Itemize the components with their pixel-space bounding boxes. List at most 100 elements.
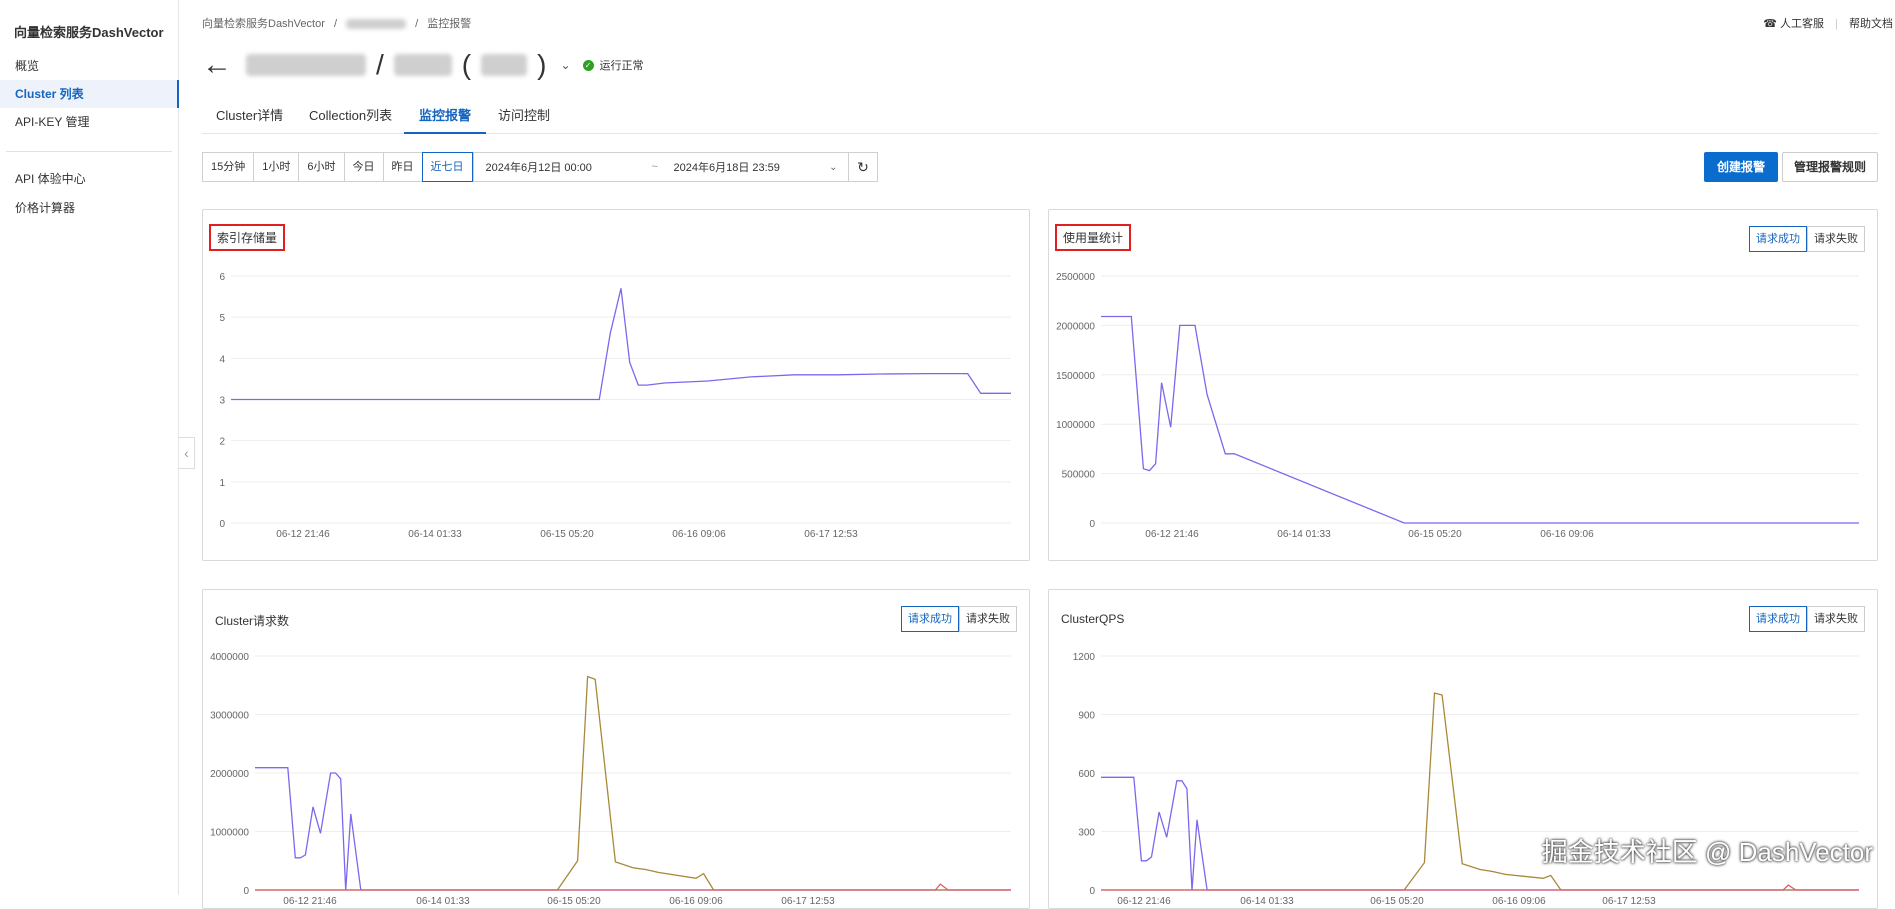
x-tick-label: 06-15 05:20 (547, 896, 601, 907)
title-paren-open: ( (462, 49, 471, 81)
y-tick-label: 1200 (1073, 652, 1096, 663)
tab-cluster-detail[interactable]: Cluster详情 (216, 104, 283, 134)
range-1h[interactable]: 1小时 (253, 152, 298, 182)
chart-card-cluster-requests: Cluster请求数 请求成功 请求失败 0100000020000003000… (202, 589, 1030, 909)
x-tick-label: 06-17 12:53 (1602, 896, 1656, 907)
tab-active-indicator (404, 132, 486, 134)
chart-card-usage: 使用量统计 请求成功 请求失败 050000010000001500000200… (1048, 209, 1878, 561)
status-text: 运行正常 (600, 57, 644, 73)
y-tick-label: 3 (219, 396, 225, 407)
y-tick-label: 500000 (1062, 470, 1096, 481)
y-tick-label: 2000000 (210, 769, 249, 780)
cluster-id-redacted (394, 54, 452, 76)
sidebar-item-api-key[interactable]: API-KEY 管理 (0, 108, 179, 136)
y-tick-label: 5 (219, 313, 225, 324)
y-tick-label: 2 (219, 437, 225, 448)
time-range-toolbar: 15分钟 1小时 6小时 今日 昨日 近七日 2024年6月12日 00:00 … (202, 152, 849, 182)
y-tick-label: 2000000 (1056, 321, 1095, 332)
check-circle-icon: ✓ (583, 60, 594, 71)
y-tick-label: 0 (1089, 519, 1095, 530)
sidebar-item-price-calculator[interactable]: 价格计算器 (0, 194, 179, 222)
x-tick-label: 06-15 05:20 (540, 529, 594, 540)
sidebar-collapse-handle[interactable]: ‹ (179, 437, 195, 469)
manage-alarm-rules-button[interactable]: 管理报警规则 (1782, 152, 1878, 182)
x-tick-label: 06-12 21:46 (276, 529, 330, 540)
help-link[interactable]: 帮助文档 (1849, 18, 1893, 30)
date-range-start: 2024年6月12日 00:00 (486, 159, 592, 175)
y-tick-label: 3000000 (210, 711, 249, 722)
date-range-picker[interactable]: 2024年6月12日 00:00 ~ 2024年6月18日 23:59 ⌄ (473, 152, 849, 182)
tab-access-control[interactable]: 访问控制 (498, 104, 550, 134)
y-tick-label: 4000000 (210, 652, 249, 663)
chevron-down-icon[interactable]: ⌄ (560, 58, 570, 72)
date-range-sep: ~ (652, 161, 658, 173)
date-range-end: 2024年6月18日 23:59 (674, 159, 780, 175)
title-paren-close: ) (537, 49, 546, 81)
title-slash: / (376, 49, 384, 81)
top-links: ☎ 人工客服 | 帮助文档 (1763, 15, 1893, 31)
y-tick-label: 4 (219, 354, 225, 365)
sidebar-item-api-playground[interactable]: API 体验中心 (0, 165, 179, 193)
x-tick-label: 06-15 05:20 (1370, 896, 1424, 907)
y-tick-label: 0 (1089, 886, 1095, 897)
range-today[interactable]: 今日 (344, 152, 383, 182)
range-7d[interactable]: 近七日 (422, 152, 473, 182)
y-tick-label: 1000000 (1056, 420, 1095, 431)
page-title-bar: ← / ( ) ⌄ ✓ 运行正常 (202, 48, 644, 82)
tab-monitoring[interactable]: 监控报警 (419, 104, 471, 134)
y-tick-label: 2500000 (1056, 272, 1095, 283)
cluster-name-redacted (246, 54, 366, 76)
sidebar-item-overview[interactable]: 概览 (0, 52, 179, 80)
range-yesterday[interactable]: 昨日 (383, 152, 422, 182)
chart-usage: 0 500000 1000000 1500000 2000000 2500000 06-12… (1049, 210, 1878, 561)
x-tick-label: 06-14 01:33 (408, 529, 462, 540)
x-tick-label: 06-16 09:06 (672, 529, 726, 540)
chart-card-index-storage: 索引存储量 012345606-12 21:4606-14 01:3306-15… (202, 209, 1030, 561)
tab-collection-list[interactable]: Collection列表 (309, 104, 392, 134)
breadcrumb-sep: / (334, 18, 337, 30)
x-tick-label: 06-14 01:33 (416, 896, 470, 907)
status-badge: ✓ 运行正常 (583, 57, 644, 73)
y-tick-label: 1 (219, 478, 225, 489)
x-tick-label: 06-17 12:53 (781, 896, 835, 907)
range-15min[interactable]: 15分钟 (202, 152, 253, 182)
x-tick-label: 06-12 21:46 (1145, 529, 1199, 540)
x-tick-label: 06-14 01:33 (1240, 896, 1294, 907)
y-tick-label: 6 (219, 272, 225, 283)
headset-icon: ☎ (1763, 18, 1777, 30)
back-arrow-icon[interactable]: ← (202, 50, 232, 80)
series-line (255, 884, 1011, 890)
breadcrumb-sep-2: / (415, 18, 418, 30)
refresh-button[interactable]: ↻ (848, 152, 878, 182)
chevron-down-icon: ⌄ (829, 162, 837, 173)
y-tick-label: 0 (243, 886, 249, 897)
x-tick-label: 06-12 21:46 (1117, 896, 1171, 907)
x-tick-label: 06-15 05:20 (1408, 529, 1462, 540)
series-line (231, 288, 1011, 399)
sidebar-divider (6, 151, 172, 152)
chart-cluster-requests: 0100000020000003000000400000006-12 21:46… (203, 590, 1030, 909)
y-tick-label: 1000000 (210, 828, 249, 839)
create-alarm-button[interactable]: 创建报警 (1704, 152, 1778, 182)
watermark: 掘金技术社区 @ DashVector (1542, 832, 1873, 869)
breadcrumb-cluster-redacted[interactable] (346, 19, 406, 29)
y-tick-label: 300 (1078, 828, 1095, 839)
support-link[interactable]: 人工客服 (1780, 18, 1824, 30)
y-tick-label: 600 (1078, 769, 1095, 780)
tab-bar: Cluster详情 Collection列表 监控报警 访问控制 (202, 104, 1878, 134)
x-tick-label: 06-16 09:06 (1492, 896, 1546, 907)
x-tick-label: 06-17 12:53 (804, 529, 858, 540)
y-tick-label: 1500000 (1056, 371, 1095, 382)
range-6h[interactable]: 6小时 (298, 152, 343, 182)
series-line (255, 768, 1011, 890)
sidebar-item-cluster-list[interactable]: Cluster 列表 (0, 80, 179, 108)
y-tick-label: 900 (1078, 711, 1095, 722)
cluster-extra-redacted (481, 54, 527, 76)
refresh-icon: ↻ (857, 159, 869, 175)
y-tick-label: 0 (219, 519, 225, 530)
x-tick-label: 06-16 09:06 (669, 896, 723, 907)
breadcrumb-root[interactable]: 向量检索服务DashVector (202, 18, 325, 30)
sidebar: 向量检索服务DashVector 概览 Cluster 列表 API-KEY 管… (0, 0, 179, 895)
product-name: 向量检索服务DashVector (14, 22, 164, 41)
chart-index-storage: 0 1 2 3 4 5 6 06-12 21:46 06-14 01:33 06-15 05:20… (203, 210, 1030, 561)
